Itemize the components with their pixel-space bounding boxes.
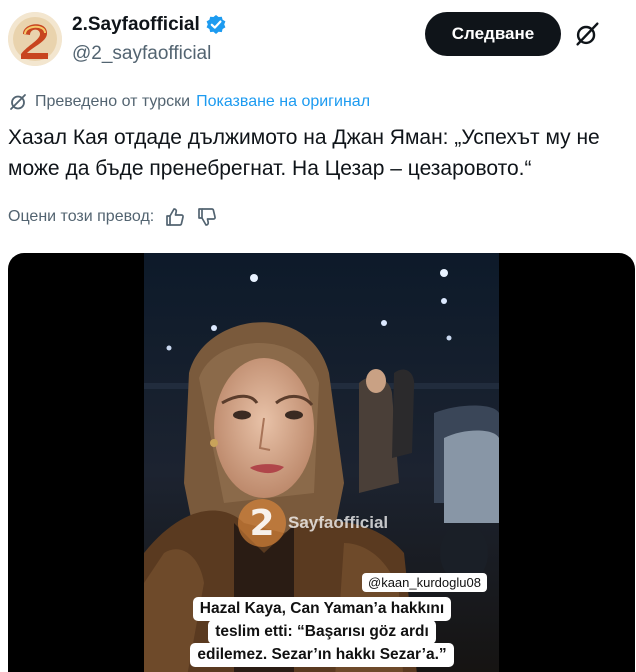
logo-2-icon [8, 12, 62, 66]
caption-line: edilemez. Sezar’ın hakkı Sezar’a.” [190, 643, 454, 667]
video-frame[interactable]: 2 Sayfaofficial @kaan_kurdoglu08 Hazal K… [144, 253, 499, 672]
watermark-text: Sayfaofficial [288, 513, 389, 532]
verified-badge-icon[interactable] [205, 14, 227, 36]
display-name[interactable]: 2.Sayfaofficial [72, 14, 200, 36]
tweet-text: Хазал Кая отдаде дължимото на Джан Яман:… [8, 126, 600, 180]
video-caption: Hazal Kaya, Can Yaman’a hakkını teslim e… [176, 597, 468, 667]
avatar[interactable] [8, 12, 62, 66]
tweet-header: 2.Sayfaofficial @2_sayfaofficial Следван… [0, 0, 636, 80]
translation-row: Преведено от турски Показване на оригина… [8, 92, 370, 112]
video-watermark: 2 Sayfaofficial [238, 499, 388, 547]
rate-translation-row: Оцени този превод: [8, 206, 218, 228]
grok-translate-icon [10, 94, 26, 110]
caption-line: Hazal Kaya, Can Yaman’a hakkını [192, 597, 452, 621]
author-handle[interactable]: @2_sayfaofficial [72, 43, 211, 65]
translated-from-label: Преведено от турски [35, 93, 191, 110]
thumbs-up-icon[interactable] [164, 206, 186, 228]
watermark-logo: 2 [238, 499, 286, 547]
follow-button[interactable]: Следване [425, 12, 561, 56]
video-credit: @kaan_kurdoglu08 [362, 573, 487, 592]
video-player[interactable]: 2 Sayfaofficial @kaan_kurdoglu08 Hazal K… [8, 253, 635, 672]
caption-line: teslim etti: “Başarısı göz ardı [208, 620, 436, 644]
author-name-row[interactable]: 2.Sayfaofficial [72, 14, 227, 36]
rate-translation-label: Оцени този превод: [8, 208, 155, 225]
thumbs-down-icon[interactable] [196, 206, 218, 228]
show-original-link[interactable]: Показване на оригинал [196, 93, 370, 111]
grok-icon[interactable] [571, 18, 603, 50]
